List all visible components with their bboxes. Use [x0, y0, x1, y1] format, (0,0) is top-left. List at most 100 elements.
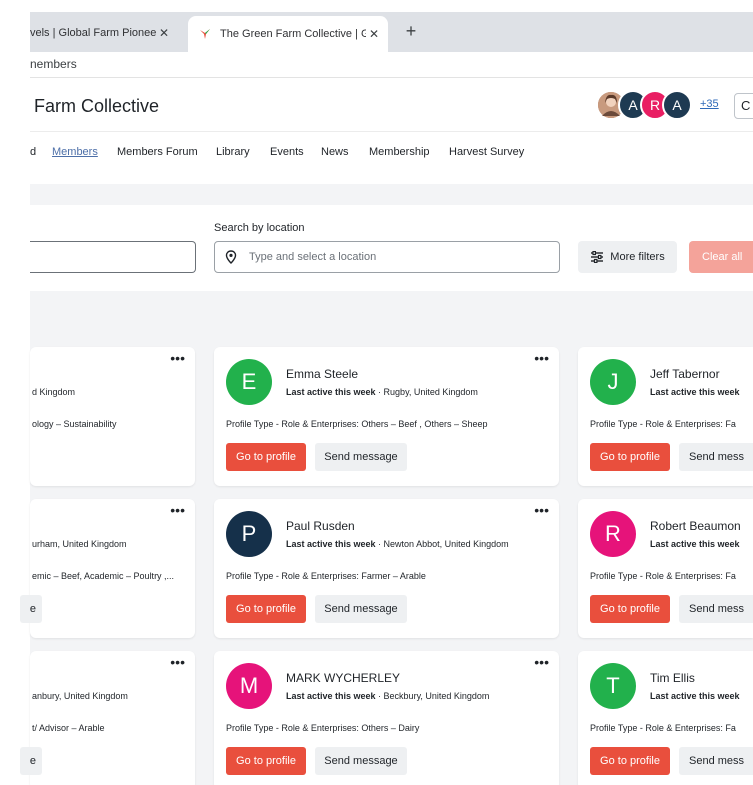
browser-tabstrip: vels | Global Farm Pioneer ✕ The Green F…	[0, 0, 753, 52]
more-members-link[interactable]: +35	[700, 98, 719, 110]
location-search-field[interactable]	[214, 241, 560, 273]
member-location: anbury, United Kingdom	[32, 691, 128, 701]
member-profile-type: Profile Type - Role & Enterprises: Farme…	[226, 571, 426, 581]
last-active: Last active this week	[650, 387, 740, 397]
go-to-profile-button[interactable]: Go to profile	[590, 443, 670, 471]
go-to-profile-button[interactable]: Go to profile	[590, 595, 670, 623]
member-meta: Last active this week	[650, 539, 740, 549]
member-name[interactable]: Paul Rusden	[286, 519, 355, 533]
send-message-button[interactable]: Send mess	[679, 747, 753, 775]
member-card-emma-steele: ••• E Emma Steele Last active this week …	[214, 347, 559, 486]
member-profile-type: ology – Sustainability	[32, 419, 117, 429]
last-active: Last active this week	[650, 691, 740, 701]
profile-type-value: Others – Dairy	[361, 723, 420, 733]
member-location: Beckbury, United Kingdom	[383, 691, 490, 701]
member-card: ••• anbury, United Kingdom t/ Advisor – …	[20, 651, 195, 785]
member-profile-type: Profile Type - Role & Enterprises: Other…	[226, 419, 487, 429]
location-label: Search by location	[214, 222, 305, 234]
send-message-button[interactable]: e	[20, 595, 42, 623]
member-card-tim-ellis: T Tim Ellis Last active this week Profil…	[578, 651, 753, 785]
go-to-profile-button[interactable]: Go to profile	[226, 747, 306, 775]
profile-type-value: Others – Beef , Others – Sheep	[361, 419, 488, 429]
site-favicon-icon	[198, 27, 212, 41]
send-message-button[interactable]: Send mess	[679, 595, 753, 623]
clear-all-button[interactable]: Clear all	[689, 241, 753, 273]
member-card: ••• d Kingdom ology – Sustainability	[30, 347, 195, 486]
close-tab-icon[interactable]: ✕	[366, 27, 382, 41]
more-options-icon[interactable]: •••	[170, 351, 185, 365]
member-name[interactable]: Emma Steele	[286, 367, 358, 381]
close-tab-icon[interactable]: ✕	[156, 26, 172, 40]
member-profile-type: emic – Beef, Academic – Poultry ,...	[32, 571, 175, 581]
member-profile-type: t/ Advisor – Arable	[32, 723, 105, 733]
last-active: Last active this week	[286, 387, 376, 397]
go-to-profile-button[interactable]: Go to profile	[590, 747, 670, 775]
tab-title: vels | Global Farm Pioneer	[30, 27, 156, 39]
browser-tab-green-farm[interactable]: The Green Farm Collective | Gl ✕	[188, 16, 388, 52]
more-options-icon[interactable]: •••	[534, 655, 549, 669]
profile-type-label: Profile Type - Role & Enterprises:	[226, 571, 359, 581]
browser-tab-global-farm[interactable]: vels | Global Farm Pioneer ✕	[30, 18, 178, 48]
member-avatar[interactable]: J	[590, 359, 636, 405]
member-avatar[interactable]: M	[226, 663, 272, 709]
member-card-mark-wycherley: ••• M MARK WYCHERLEY Last active this we…	[214, 651, 559, 785]
go-to-profile-button[interactable]: Go to profile	[226, 595, 306, 623]
nav-item-news[interactable]: News	[321, 146, 349, 158]
profile-type-label: Profile Type - Role & Enterprises:	[226, 419, 359, 429]
member-name[interactable]: Robert Beaumon	[650, 519, 741, 533]
tab-title: The Green Farm Collective | Gl	[220, 28, 366, 40]
more-options-icon[interactable]: •••	[534, 503, 549, 517]
name-search-input[interactable]	[30, 241, 196, 273]
nav-item-members-forum[interactable]: Members Forum	[117, 146, 198, 158]
last-active: Last active this week	[650, 539, 740, 549]
member-meta: Last active this week	[650, 387, 740, 397]
filter-sliders-icon	[591, 251, 604, 263]
member-meta: Last active this week · Beckbury, United…	[286, 691, 490, 701]
member-avatar[interactable]: E	[226, 359, 272, 405]
go-to-profile-button[interactable]: Go to profile	[226, 443, 306, 471]
nav-item-membership[interactable]: Membership	[369, 146, 430, 158]
send-message-button[interactable]: Send message	[315, 443, 407, 471]
address-bar[interactable]: nembers	[30, 52, 753, 78]
member-meta: Last active this week · Rugby, United Ki…	[286, 387, 478, 397]
last-active: Last active this week	[286, 691, 376, 701]
member-profile-type: Profile Type - Role & Enterprises: Other…	[226, 723, 419, 733]
member-card-paul-rusden: ••• P Paul Rusden Last active this week …	[214, 499, 559, 638]
more-options-icon[interactable]: •••	[170, 655, 185, 669]
more-options-icon[interactable]: •••	[534, 351, 549, 365]
profile-type-label: Profile Type - Role & Enterprises:	[226, 723, 359, 733]
avatar-a-2[interactable]: A	[662, 90, 692, 120]
member-name[interactable]: MARK WYCHERLEY	[286, 671, 400, 685]
more-filters-button[interactable]: More filters	[578, 241, 677, 273]
member-location: Rugby, United Kingdom	[383, 387, 478, 397]
send-message-button[interactable]: Send mess	[679, 443, 753, 471]
nav-item-harvest-survey[interactable]: Harvest Survey	[449, 146, 524, 158]
map-pin-icon	[225, 250, 239, 264]
send-message-button[interactable]: e	[20, 747, 42, 775]
member-avatar[interactable]: P	[226, 511, 272, 557]
site-header: Farm Collective A R A +35 C	[30, 80, 753, 132]
member-avatar[interactable]: T	[590, 663, 636, 709]
nav-item-events[interactable]: Events	[270, 146, 304, 158]
member-location: Newton Abbot, United Kingdom	[383, 539, 509, 549]
profile-type-value: Farmer – Arable	[361, 571, 426, 581]
member-card-robert-beaumont: R Robert Beaumon Last active this week P…	[578, 499, 753, 638]
member-avatar[interactable]: R	[590, 511, 636, 557]
member-profile-type: Profile Type - Role & Enterprises: Fa	[590, 419, 736, 429]
nav-item-library[interactable]: Library	[216, 146, 250, 158]
more-options-icon[interactable]: •••	[170, 503, 185, 517]
more-filters-label: More filters	[610, 251, 665, 263]
new-tab-button[interactable]: +	[400, 20, 422, 42]
last-active: Last active this week	[286, 539, 376, 549]
member-name[interactable]: Tim Ellis	[650, 671, 695, 685]
member-name[interactable]: Jeff Tabernor	[650, 367, 720, 381]
member-meta: Last active this week	[650, 691, 740, 701]
nav-item-members[interactable]: Members	[52, 146, 98, 158]
main-nav: d Members Members Forum Library Events N…	[30, 132, 753, 184]
member-location: d Kingdom	[32, 387, 76, 397]
header-action-button[interactable]: C	[734, 93, 753, 119]
nav-item-cut[interactable]: d	[30, 146, 36, 158]
send-message-button[interactable]: Send message	[315, 595, 407, 623]
location-input[interactable]	[249, 251, 549, 263]
send-message-button[interactable]: Send message	[315, 747, 407, 775]
